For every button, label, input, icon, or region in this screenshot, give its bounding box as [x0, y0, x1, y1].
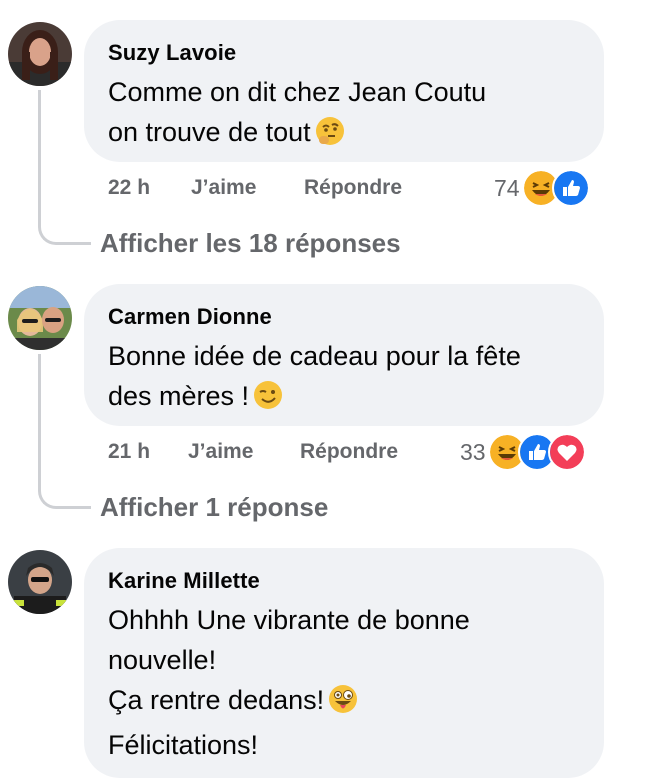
reaction-summary[interactable]: 74 — [494, 169, 590, 207]
winking-face-icon — [253, 380, 283, 421]
comment-actions: 21 h J’aime Répondre 33 — [108, 433, 608, 471]
comment-bubble: Suzy Lavoie Comme on dit chez Jean Coutu… — [84, 20, 604, 162]
avatar[interactable] — [8, 286, 72, 350]
comment-line: Bonne idée de cadeau pour la fête — [108, 341, 521, 371]
comment-line: nouvelle! — [108, 645, 217, 675]
thinking-face-icon — [315, 116, 345, 157]
reply-button[interactable]: Répondre — [304, 173, 402, 203]
reaction-count: 74 — [494, 175, 520, 201]
comment-text: Comme on dit chez Jean Coutu on trouve d… — [108, 72, 580, 157]
zany-face-icon — [328, 684, 358, 725]
like-button[interactable]: J’aime — [188, 437, 253, 467]
comment-text: Bonne idée de cadeau pour la fête des mè… — [108, 336, 580, 421]
avatar[interactable] — [8, 22, 72, 86]
comment-time[interactable]: 21 h — [108, 437, 150, 467]
thread-connector — [38, 90, 91, 245]
comment-author[interactable]: Suzy Lavoie — [108, 40, 580, 66]
comment-line: Ça rentre dedans! — [108, 680, 580, 725]
avatar[interactable] — [8, 550, 72, 614]
comment-actions: 22 h J’aime Répondre 74 — [108, 169, 608, 207]
thread-connector — [38, 354, 91, 509]
comment-author[interactable]: Karine Millette — [108, 568, 580, 594]
comment-bubble: Carmen Dionne Bonne idée de cadeau pour … — [84, 284, 604, 426]
comment-text: Ohhhh Une vibrante de bonne nouvelle! Ça… — [108, 600, 580, 765]
reply-button[interactable]: Répondre — [300, 437, 398, 467]
view-replies-link[interactable]: Afficher les 18 réponses — [100, 226, 401, 260]
reaction-count: 33 — [460, 439, 486, 465]
like-reaction-icon — [551, 169, 590, 207]
comment-line: Félicitations! — [108, 730, 259, 760]
view-replies-link[interactable]: Afficher 1 réponse — [100, 490, 328, 524]
like-button[interactable]: J’aime — [191, 173, 256, 203]
comment-line: Ohhhh Une vibrante de bonne — [108, 605, 470, 635]
comment-bubble: Karine Millette Ohhhh Une vibrante de bo… — [84, 548, 604, 778]
comment-line: des mères ! — [108, 376, 580, 421]
comment-author[interactable]: Carmen Dionne — [108, 304, 580, 330]
reaction-summary[interactable]: 33 — [460, 433, 586, 471]
love-reaction-icon — [547, 433, 586, 471]
comment-line: Comme on dit chez Jean Coutu — [108, 77, 487, 107]
comment-time[interactable]: 22 h — [108, 173, 150, 203]
comment-line: on trouve de tout — [108, 112, 580, 157]
